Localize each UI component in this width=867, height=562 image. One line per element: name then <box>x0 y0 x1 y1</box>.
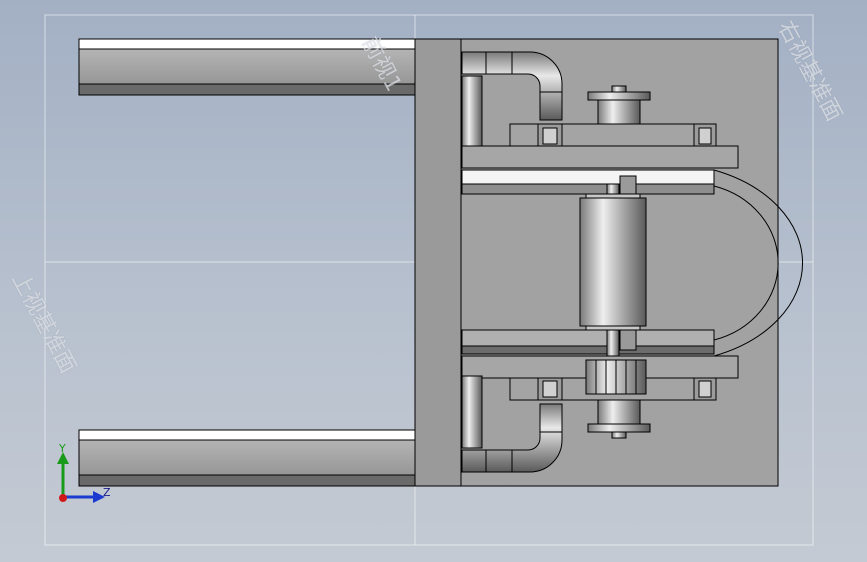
origin-dot <box>59 494 67 502</box>
cad-viewport[interactable] <box>0 0 867 562</box>
lower-arm-bar[interactable] <box>78 429 416 487</box>
z-axis-label: Z <box>103 486 111 499</box>
y-axis-label: Y <box>59 442 66 455</box>
